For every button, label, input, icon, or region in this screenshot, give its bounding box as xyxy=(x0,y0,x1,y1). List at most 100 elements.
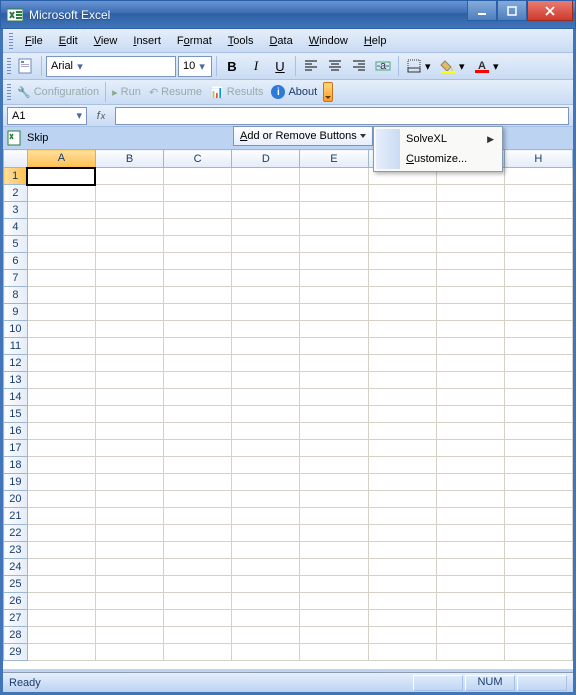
cell-A20[interactable] xyxy=(27,491,95,508)
cell-C15[interactable] xyxy=(164,406,232,423)
cell-F13[interactable] xyxy=(368,372,436,389)
cell-D14[interactable] xyxy=(232,389,300,406)
cell-E20[interactable] xyxy=(300,491,368,508)
cell-C22[interactable] xyxy=(164,525,232,542)
cell-C11[interactable] xyxy=(164,338,232,355)
cell-E13[interactable] xyxy=(300,372,368,389)
cell-A10[interactable] xyxy=(27,321,95,338)
cell-D23[interactable] xyxy=(232,542,300,559)
cell-E6[interactable] xyxy=(300,253,368,270)
cell-B12[interactable] xyxy=(95,355,163,372)
cell-E19[interactable] xyxy=(300,474,368,491)
cell-A3[interactable] xyxy=(27,202,95,219)
row-header-6[interactable]: 6 xyxy=(4,253,28,270)
cell-H6[interactable] xyxy=(504,253,572,270)
cell-C3[interactable] xyxy=(164,202,232,219)
cell-F3[interactable] xyxy=(368,202,436,219)
cell-A7[interactable] xyxy=(27,270,95,287)
cell-G23[interactable] xyxy=(436,542,504,559)
cell-H9[interactable] xyxy=(504,304,572,321)
row-header-11[interactable]: 11 xyxy=(4,338,28,355)
cell-B5[interactable] xyxy=(95,236,163,253)
row-header-23[interactable]: 23 xyxy=(4,542,28,559)
cell-E15[interactable] xyxy=(300,406,368,423)
cell-G14[interactable] xyxy=(436,389,504,406)
cell-D12[interactable] xyxy=(232,355,300,372)
cell-C29[interactable] xyxy=(164,644,232,661)
cell-H15[interactable] xyxy=(504,406,572,423)
merge-center-button[interactable]: a xyxy=(372,55,394,77)
cell-D25[interactable] xyxy=(232,576,300,593)
cell-E1[interactable] xyxy=(300,168,368,185)
cell-E4[interactable] xyxy=(300,219,368,236)
font-name-combo[interactable]: Arial▾ xyxy=(46,56,176,77)
cell-D6[interactable] xyxy=(232,253,300,270)
cell-H24[interactable] xyxy=(504,559,572,576)
cell-C2[interactable] xyxy=(164,185,232,202)
cell-H3[interactable] xyxy=(504,202,572,219)
menu-file[interactable]: File xyxy=(17,32,51,50)
cell-D19[interactable] xyxy=(232,474,300,491)
cell-G28[interactable] xyxy=(436,627,504,644)
cell-F9[interactable] xyxy=(368,304,436,321)
cell-E29[interactable] xyxy=(300,644,368,661)
toolbar-grip[interactable] xyxy=(9,33,13,49)
cell-G19[interactable] xyxy=(436,474,504,491)
cell-G8[interactable] xyxy=(436,287,504,304)
font-size-combo[interactable]: 10▾ xyxy=(178,56,212,77)
cell-F26[interactable] xyxy=(368,593,436,610)
cell-H11[interactable] xyxy=(504,338,572,355)
row-header-26[interactable]: 26 xyxy=(4,593,28,610)
cell-B16[interactable] xyxy=(95,423,163,440)
row-header-9[interactable]: 9 xyxy=(4,304,28,321)
menu-help[interactable]: Help xyxy=(356,32,395,50)
cell-B13[interactable] xyxy=(95,372,163,389)
cell-F16[interactable] xyxy=(368,423,436,440)
cell-E23[interactable] xyxy=(300,542,368,559)
cell-C13[interactable] xyxy=(164,372,232,389)
cell-G2[interactable] xyxy=(436,185,504,202)
cell-E27[interactable] xyxy=(300,610,368,627)
cell-G25[interactable] xyxy=(436,576,504,593)
align-right-button[interactable] xyxy=(348,55,370,77)
cell-E10[interactable] xyxy=(300,321,368,338)
chevron-down-icon[interactable]: ▾ xyxy=(459,60,469,73)
cell-C7[interactable] xyxy=(164,270,232,287)
cell-A25[interactable] xyxy=(27,576,95,593)
column-header-D[interactable]: D xyxy=(232,150,300,168)
sheet-options-button[interactable] xyxy=(15,55,37,77)
cell-F17[interactable] xyxy=(368,440,436,457)
cell-F5[interactable] xyxy=(368,236,436,253)
cell-G3[interactable] xyxy=(436,202,504,219)
cell-G16[interactable] xyxy=(436,423,504,440)
cell-A19[interactable] xyxy=(27,474,95,491)
cell-F18[interactable] xyxy=(368,457,436,474)
cell-G29[interactable] xyxy=(436,644,504,661)
chevron-down-icon[interactable]: ▾ xyxy=(73,60,87,73)
cell-A27[interactable] xyxy=(27,610,95,627)
cell-G18[interactable] xyxy=(436,457,504,474)
cell-E17[interactable] xyxy=(300,440,368,457)
cell-G15[interactable] xyxy=(436,406,504,423)
cell-E21[interactable] xyxy=(300,508,368,525)
row-header-15[interactable]: 15 xyxy=(4,406,28,423)
row-header-3[interactable]: 3 xyxy=(4,202,28,219)
cell-D9[interactable] xyxy=(232,304,300,321)
cell-A6[interactable] xyxy=(27,253,95,270)
cell-B26[interactable] xyxy=(95,593,163,610)
cell-D20[interactable] xyxy=(232,491,300,508)
name-box[interactable]: A1▾ xyxy=(7,107,87,125)
configuration-button[interactable]: 🔧Configuration xyxy=(13,84,103,101)
cell-B24[interactable] xyxy=(95,559,163,576)
cell-B20[interactable] xyxy=(95,491,163,508)
cell-G24[interactable] xyxy=(436,559,504,576)
cell-B17[interactable] xyxy=(95,440,163,457)
cell-D27[interactable] xyxy=(232,610,300,627)
bold-button[interactable]: B xyxy=(221,55,243,77)
cell-A21[interactable] xyxy=(27,508,95,525)
cell-C10[interactable] xyxy=(164,321,232,338)
cell-D22[interactable] xyxy=(232,525,300,542)
cell-F15[interactable] xyxy=(368,406,436,423)
cell-H28[interactable] xyxy=(504,627,572,644)
row-header-14[interactable]: 14 xyxy=(4,389,28,406)
